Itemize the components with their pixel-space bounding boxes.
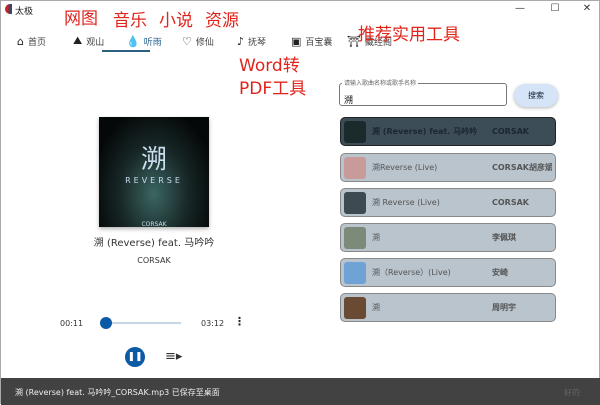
- window-title: 太极: [15, 7, 34, 17]
- playlist-icon[interactable]: ≡▸: [165, 349, 182, 364]
- snackbar: 溯 (Reverse) feat. 马吟吟_CORSAK.mp3 已保存至桌面 …: [1, 378, 600, 405]
- more-options-icon[interactable]: ⋮: [234, 315, 245, 328]
- tab-icon: ♡: [182, 34, 192, 48]
- active-tab-indicator: [102, 50, 150, 52]
- duration-time: 03:12: [201, 319, 225, 328]
- result-name: 溯 (Reverse) feat. 马吟吟: [372, 127, 478, 136]
- tab-label: 抚琴: [248, 37, 267, 48]
- elapsed-time: 00:11: [60, 319, 84, 328]
- tab-icon: ▣: [291, 34, 302, 48]
- tab-label: 观山: [86, 37, 105, 48]
- result-name: 溯Reverse (Live): [372, 163, 438, 172]
- annotation-wangtu: 网图: [64, 9, 98, 29]
- progress-slider-thumb[interactable]: [99, 317, 112, 329]
- result-item[interactable]: 溯（Reverse）(Live) 安崎: [340, 258, 556, 287]
- result-item[interactable]: 溯 周明宇: [340, 293, 556, 322]
- result-artist: 周明宇: [492, 303, 516, 312]
- annotation-xiaoshuo: 小说: [159, 11, 193, 31]
- search-label: 请输入歌曲名称或歌手名称: [342, 78, 419, 87]
- album-art: 溯 REVERSE CORSAK: [99, 117, 209, 228]
- minimize-button[interactable]: —: [513, 3, 527, 14]
- result-name: 溯: [372, 233, 380, 242]
- song-title: 溯 (Reverse) feat. 马吟吟: [93, 238, 215, 249]
- tab-icon: 💧: [126, 34, 140, 48]
- tab-label: 首页: [27, 37, 46, 48]
- tab-label: 百宝囊: [305, 37, 333, 48]
- close-button[interactable]: ✕: [580, 3, 594, 14]
- result-thumbnail: [344, 296, 366, 319]
- search-button[interactable]: 搜索: [514, 84, 558, 107]
- pause-icon: ❚❚: [127, 352, 143, 362]
- result-name: 溯 Reverse (Live): [372, 198, 440, 207]
- pause-button[interactable]: ❚❚: [125, 347, 145, 367]
- maximize-button[interactable]: ☐: [548, 3, 562, 14]
- snackbar-message: 溯 (Reverse) feat. 马吟吟_CORSAK.mp3 已保存至桌面: [15, 388, 220, 397]
- result-thumbnail: [344, 120, 366, 143]
- snackbar-ok-button[interactable]: 好的: [564, 387, 580, 398]
- annotation-word: Word转: [239, 56, 300, 76]
- result-item[interactable]: 溯 (Reverse) feat. 马吟吟 CORSAK: [340, 117, 556, 146]
- tab-icon: ⌂: [17, 34, 24, 48]
- search-value[interactable]: 溯: [344, 93, 353, 106]
- tab-2[interactable]: 💧 听雨: [126, 30, 162, 52]
- result-item[interactable]: 溯 李佩琪: [340, 223, 556, 252]
- result-artist: CORSAK胡彦斌: [492, 163, 552, 172]
- tab-0[interactable]: ⌂ 首页: [17, 30, 46, 52]
- result-artist: 李佩琪: [492, 233, 516, 242]
- result-thumbnail: [344, 226, 366, 249]
- progress-slider[interactable]: [101, 322, 181, 324]
- result-name: 溯: [372, 303, 380, 312]
- result-item[interactable]: 溯Reverse (Live) CORSAK胡彦斌: [340, 153, 556, 182]
- tab-icon: ♪: [237, 34, 245, 48]
- result-thumbnail: [344, 156, 366, 179]
- result-item[interactable]: 溯 Reverse (Live) CORSAK: [340, 188, 556, 217]
- tab-3[interactable]: ♡ 修仙: [182, 30, 214, 52]
- tab-5[interactable]: ▣ 百宝囊: [291, 30, 332, 52]
- result-thumbnail: [344, 261, 366, 284]
- app-logo-icon: [5, 4, 12, 14]
- annotation-yinyue: 音乐: [113, 11, 147, 31]
- annotation-pdf: PDF工具: [239, 79, 307, 99]
- result-artist: 安崎: [492, 268, 508, 277]
- tab-4[interactable]: ♪ 抚琴: [237, 30, 266, 52]
- song-artist: CORSAK: [137, 256, 171, 265]
- result-thumbnail: [344, 191, 366, 214]
- annotation-tools: 推荐实用工具: [358, 25, 460, 45]
- result-artist: CORSAK: [492, 127, 529, 136]
- tab-icon: ⛰: [73, 34, 83, 47]
- result-artist: CORSAK: [492, 198, 529, 207]
- result-name: 溯（Reverse）(Live): [372, 268, 451, 277]
- tab-1[interactable]: ⛰ 观山: [73, 30, 104, 52]
- tab-label: 听雨: [143, 37, 162, 48]
- tab-label: 修仙: [195, 37, 214, 48]
- annotation-ziyuan: 资源: [205, 11, 239, 31]
